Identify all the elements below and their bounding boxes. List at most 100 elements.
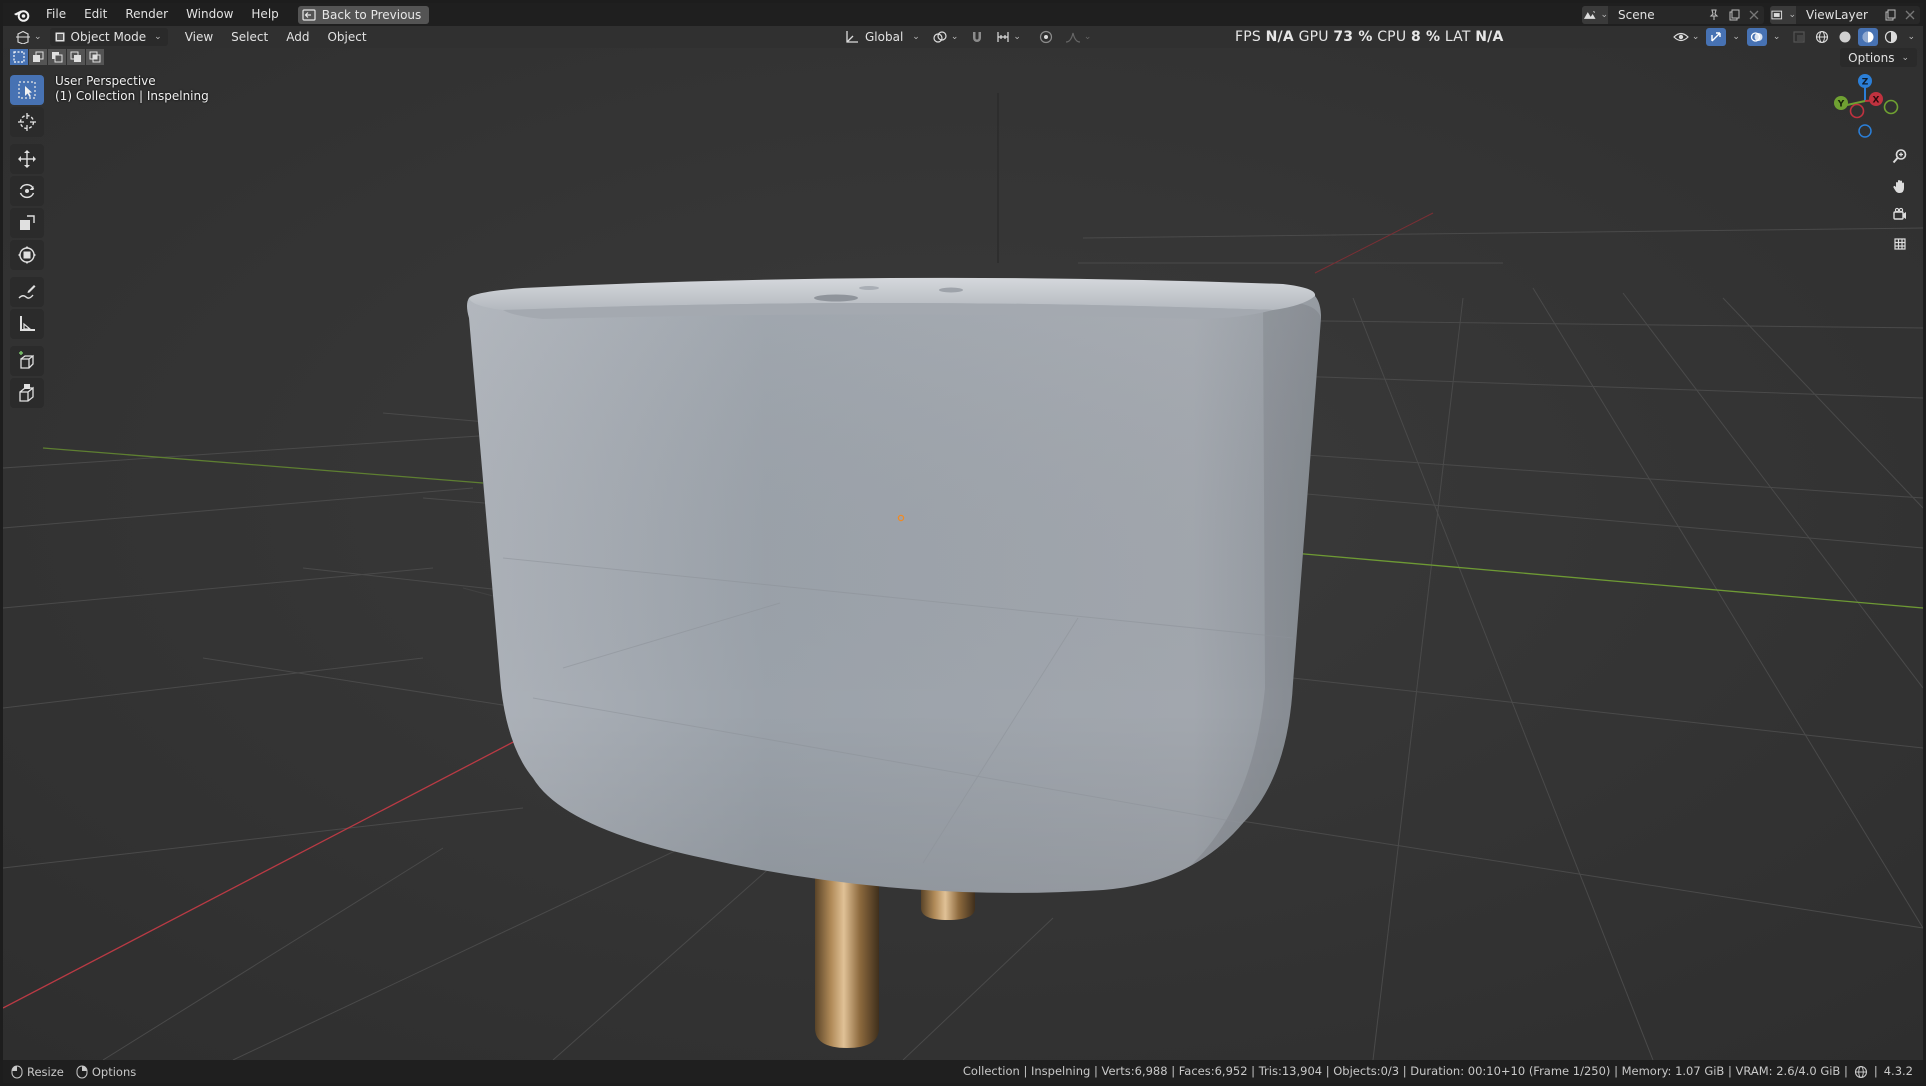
editor-type-button[interactable]: ⌄ <box>11 28 46 46</box>
new-view-layer-icon[interactable] <box>1880 6 1900 24</box>
viewport-scene[interactable] <box>3 48 1923 1061</box>
select-mode-subtract[interactable] <box>48 49 66 65</box>
view-layer-name[interactable]: ViewLayer <box>1796 8 1880 22</box>
proportional-edit-icon <box>1039 30 1053 44</box>
tool-cursor[interactable] <box>10 107 44 137</box>
tool-move[interactable] <box>10 144 44 174</box>
back-screen-icon <box>302 8 316 21</box>
menu-object[interactable]: Object <box>318 30 375 44</box>
global-orientation-icon <box>846 31 858 43</box>
perspective-label: User Perspective <box>55 74 156 88</box>
tool-add-cube[interactable] <box>10 346 44 376</box>
tool-rotate[interactable] <box>10 176 44 206</box>
menu-window[interactable]: Window <box>177 3 242 26</box>
shading-material-button[interactable] <box>1858 28 1879 46</box>
shading-dropdown[interactable]: ⌄ <box>1907 32 1915 42</box>
proportional-editing-toggle[interactable] <box>1035 28 1057 46</box>
menu-render[interactable]: Render <box>116 3 177 26</box>
gizmo-neg-y[interactable] <box>1883 99 1899 115</box>
xray-toggle[interactable] <box>1789 28 1809 46</box>
menu-select[interactable]: Select <box>222 30 277 44</box>
viewport-info: User Perspective (1) Collection | Inspel… <box>55 74 209 104</box>
overlays-dropdown[interactable]: ⌄ <box>1773 32 1781 42</box>
select-extend-icon <box>33 51 44 62</box>
scene-layer-selectors: ⌄ Scene ⌄ ViewLayer <box>1582 3 1923 26</box>
select-mode-extend[interactable] <box>29 49 47 65</box>
pan-button[interactable] <box>1887 174 1913 198</box>
snap-toggle[interactable] <box>966 28 988 46</box>
tool-extrude[interactable] <box>10 378 44 408</box>
pivot-point-dropdown[interactable]: ⌄ <box>928 28 963 46</box>
scene-selector[interactable]: ⌄ Scene <box>1582 5 1764 24</box>
extrude-icon <box>19 384 34 402</box>
transform-icon <box>18 246 36 264</box>
lat-label: LAT <box>1444 29 1471 45</box>
scene-icon: ⌄ <box>1582 5 1608 24</box>
view-layer-selector[interactable]: ⌄ ViewLayer <box>1770 5 1920 24</box>
gizmo-icon <box>1711 32 1722 42</box>
snap-target-dropdown[interactable]: ⌄ <box>992 28 1025 46</box>
snap-increment-icon <box>997 32 1009 42</box>
new-scene-icon[interactable] <box>1724 6 1744 24</box>
menu-file[interactable]: File <box>37 3 75 26</box>
hand-icon <box>1893 180 1904 193</box>
object-mode-label: Object Mode <box>70 30 147 44</box>
orientation-dropdown[interactable]: Global ⌄ <box>841 28 924 46</box>
scene-statistics: Collection | Inspelning | Verts:6,988 | … <box>963 1060 1913 1083</box>
zoom-icon <box>1892 149 1907 164</box>
select-mode-invert[interactable] <box>67 49 85 65</box>
cpu-label: CPU <box>1377 29 1407 45</box>
shading-rendered-button[interactable] <box>1881 28 1901 46</box>
rendered-shading-icon <box>1885 30 1898 44</box>
menu-view[interactable]: View <box>176 30 222 44</box>
top-menubar: File Edit Render Window Help Back to Pre… <box>3 3 1923 26</box>
gizmo-toggle[interactable] <box>1706 28 1727 46</box>
menu-add[interactable]: Add <box>277 30 318 44</box>
3d-viewport[interactable]: User Perspective (1) Collection | Inspel… <box>3 48 1923 1061</box>
tool-scale[interactable] <box>10 208 44 238</box>
scene-name[interactable]: Scene <box>1608 8 1704 22</box>
navigation-gizmo[interactable]: Z Y X <box>1821 73 1901 153</box>
camera-view-button[interactable] <box>1887 203 1913 227</box>
rotate-icon <box>19 183 35 199</box>
menu-help[interactable]: Help <box>242 3 287 26</box>
menu-edit[interactable]: Edit <box>75 3 116 26</box>
view-layer-icon: ⌄ <box>1770 5 1796 24</box>
scale-icon <box>20 215 35 230</box>
gpu-value: 73 % <box>1333 29 1373 45</box>
select-mode-new[interactable] <box>10 49 28 65</box>
wireframe-icon <box>1816 30 1829 44</box>
pin-icon[interactable] <box>1704 6 1724 24</box>
tool-select-box[interactable] <box>10 75 44 105</box>
select-mode-intersect[interactable] <box>86 49 104 65</box>
cursor-icon <box>18 113 36 131</box>
tool-measure[interactable] <box>10 309 44 339</box>
object-mode-dropdown[interactable]: Object Mode ⌄ <box>49 28 168 46</box>
back-to-previous-button[interactable]: Back to Previous <box>297 5 430 24</box>
ortho-toggle-button[interactable] <box>1887 232 1913 256</box>
back-to-previous-label: Back to Previous <box>321 7 422 22</box>
viewport-header: ⌄ Object Mode ⌄ View Select Add Object G… <box>3 26 1923 48</box>
blender-logo-icon[interactable] <box>11 7 33 23</box>
falloff-dropdown[interactable]: ⌄ <box>1061 28 1096 46</box>
gizmo-dropdown[interactable]: ⌄ <box>1732 32 1740 42</box>
shading-wireframe-button[interactable] <box>1812 28 1832 46</box>
zoom-button[interactable] <box>1887 144 1913 168</box>
delete-view-layer-icon[interactable] <box>1900 6 1920 24</box>
tool-transform[interactable] <box>10 240 44 270</box>
overlays-toggle[interactable] <box>1746 28 1767 46</box>
delete-scene-icon[interactable] <box>1744 6 1764 24</box>
falloff-curve-icon <box>1065 32 1080 43</box>
select-intersect-icon <box>89 51 101 63</box>
gizmo-neg-z[interactable] <box>1858 124 1872 138</box>
blender-version: 4.3.2 <box>1883 1064 1913 1078</box>
version-separator: | <box>1873 1064 1878 1078</box>
magnet-icon <box>973 32 982 42</box>
tool-annotate[interactable] <box>10 277 44 307</box>
gizmo-neg-x[interactable] <box>1849 103 1865 119</box>
options-dropdown[interactable]: Options ⌄ <box>1840 48 1917 67</box>
material-preview-icon <box>1862 31 1874 43</box>
shading-solid-button[interactable] <box>1835 28 1855 46</box>
mouse-left-icon <box>11 1065 23 1078</box>
visibility-dropdown[interactable]: ⌄ <box>1669 28 1704 46</box>
